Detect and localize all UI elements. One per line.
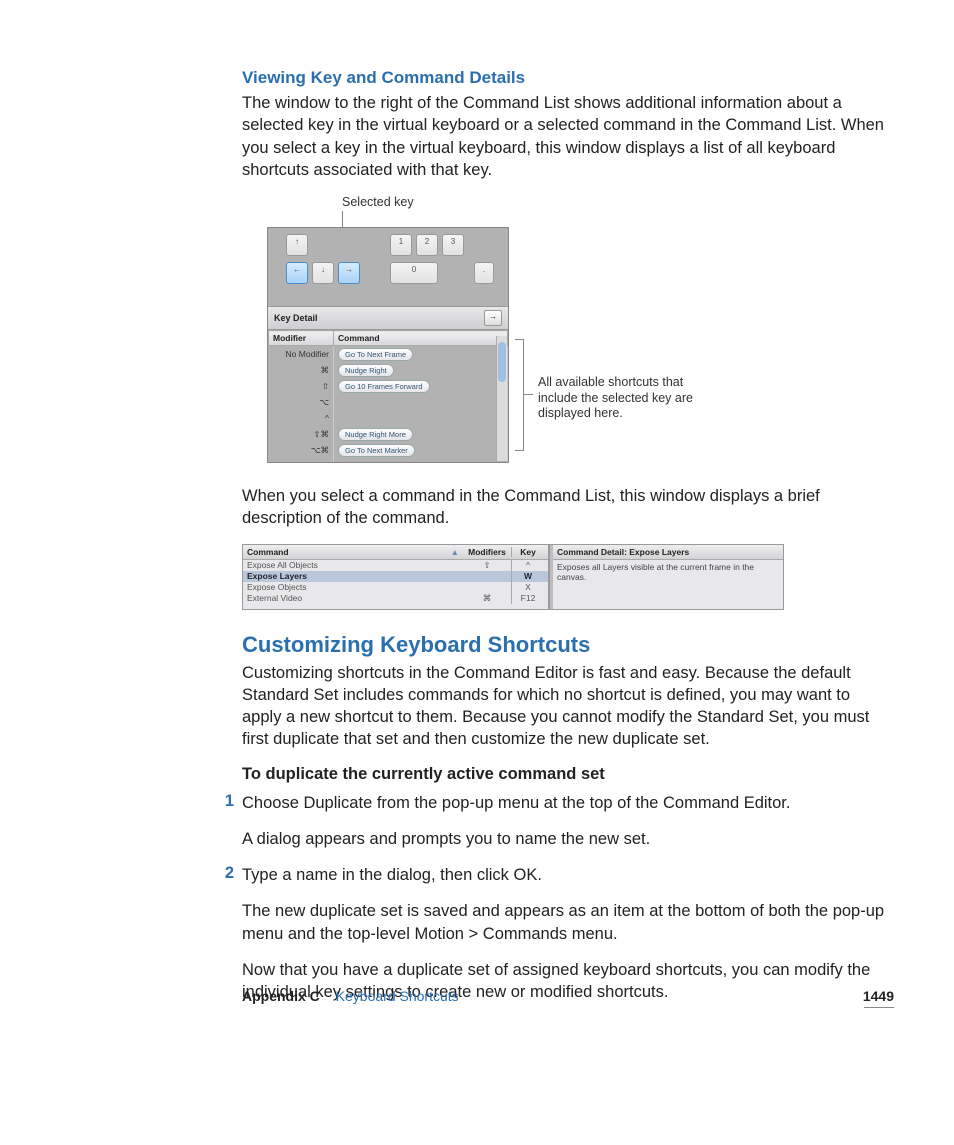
step-1: 1 Choose Duplicate from the pop-up menu …	[220, 792, 892, 865]
cmd-pill[interactable]: Go To Next Frame	[338, 348, 413, 361]
step-1-text: Choose Duplicate from the pop-up menu at…	[242, 792, 892, 814]
page-footer: Appendix C Keyboard Shortcuts 1449	[242, 988, 894, 1004]
section-title-viewing: Viewing Key and Command Details	[242, 68, 892, 88]
key-left[interactable]: ←	[286, 262, 308, 284]
footer-appendix: Appendix C	[242, 988, 320, 1004]
cmd-key: W	[511, 571, 544, 582]
scrollbar[interactable]	[496, 336, 507, 461]
cmd-mod: ⌘	[463, 593, 511, 604]
command-row[interactable]: Expose Objects X	[243, 582, 548, 593]
step-2-text: Type a name in the dialog, then click OK…	[242, 864, 892, 886]
figure-key-detail: Selected key ↑ 1 2 3 ← ↓ → 0 . Key	[242, 195, 892, 465]
para-viewing-2: When you select a command in the Command…	[242, 485, 892, 530]
page: Viewing Key and Command Details The wind…	[0, 0, 954, 1058]
mod-cell: ⌘	[269, 362, 334, 378]
command-detail-header: Command Detail: Expose Layers	[553, 545, 783, 560]
callout-bracket	[515, 339, 524, 451]
key-right-selected[interactable]: →	[338, 262, 360, 284]
cmd-pill[interactable]: Nudge Right	[338, 364, 394, 377]
para-viewing-1: The window to the right of the Command L…	[242, 92, 892, 181]
content-column: Viewing Key and Command Details The wind…	[242, 68, 892, 1018]
key-detail-arrow-button[interactable]: →	[484, 310, 502, 326]
step-2-after-1: The new duplicate set is saved and appea…	[242, 900, 892, 945]
command-list-panel: Command ▲ Modifiers Key Expose All Objec…	[243, 545, 550, 609]
cmd-pill[interactable]: Nudge Right More	[338, 428, 413, 441]
mod-cell: No Modifier	[269, 346, 334, 363]
cmd-name: External Video	[247, 593, 463, 604]
command-list-header: Command ▲ Modifiers Key	[243, 545, 548, 560]
key-1[interactable]: 1	[390, 234, 412, 256]
section-title-customizing: Customizing Keyboard Shortcuts	[242, 632, 892, 658]
key-3[interactable]: 3	[442, 234, 464, 256]
figure-command-detail: Command ▲ Modifiers Key Expose All Objec…	[242, 544, 784, 610]
cmd-key: X	[511, 582, 544, 593]
cmd-key: F12	[511, 593, 544, 604]
step-1-after: A dialog appears and prompts you to name…	[242, 828, 892, 850]
cmd-pill[interactable]: Go To Next Marker	[338, 444, 415, 457]
cmd-mod	[463, 582, 511, 593]
cmd-name: Expose Objects	[247, 582, 463, 593]
mod-cell: ⌥	[269, 394, 334, 410]
command-detail-panel: Command Detail: Expose Layers Exposes al…	[553, 545, 783, 609]
key-2[interactable]: 2	[416, 234, 438, 256]
mod-cell: ^⌘	[269, 458, 334, 463]
footer-left: Appendix C Keyboard Shortcuts	[242, 988, 459, 1004]
col-key[interactable]: Key	[511, 547, 544, 557]
key-dot[interactable]: .	[474, 262, 494, 284]
col-command[interactable]: Command	[334, 331, 508, 346]
step-number: 2	[220, 864, 242, 1017]
callout-shortcuts-caption: All available shortcuts that include the…	[538, 375, 708, 422]
cmd-name: Expose Layers	[247, 571, 463, 582]
command-row-selected[interactable]: Expose Layers W	[243, 571, 548, 582]
para-customizing-1: Customizing shortcuts in the Command Edi…	[242, 662, 892, 751]
key-up[interactable]: ↑	[286, 234, 308, 256]
footer-chapter: Keyboard Shortcuts	[336, 988, 459, 1004]
key-detail-title: Key Detail	[274, 313, 318, 323]
footer-page-number: 1449	[863, 988, 894, 1004]
key-detail-header: Key Detail →	[268, 306, 508, 330]
mod-cell: ⇧	[269, 378, 334, 394]
cmd-mod: ⇧	[463, 560, 511, 571]
key-0[interactable]: 0	[390, 262, 438, 284]
cmd-key: ^	[511, 560, 544, 571]
col-modifier[interactable]: Modifier	[269, 331, 334, 346]
col-command[interactable]: Command	[247, 547, 451, 557]
footer-rule	[864, 1007, 894, 1008]
cmd-mod	[463, 571, 511, 582]
cmd-pill[interactable]: Go 10 Frames Forward	[338, 380, 430, 393]
key-down[interactable]: ↓	[312, 262, 334, 284]
command-row[interactable]: Expose All Objects ⇧ ^	[243, 560, 548, 571]
cmd-name: Expose All Objects	[247, 560, 463, 571]
callout-bracket-line	[523, 394, 533, 395]
step-number: 1	[220, 792, 242, 865]
mod-cell: ^	[269, 410, 334, 426]
virtual-keyboard-fragment: ↑ 1 2 3 ← ↓ → 0 .	[268, 228, 508, 306]
sort-indicator-icon[interactable]: ▲	[451, 547, 459, 557]
mod-cell: ⌥⌘	[269, 442, 334, 458]
command-row[interactable]: External Video ⌘ F12	[243, 593, 548, 604]
callout-selected-key: Selected key	[342, 195, 414, 209]
col-modifiers[interactable]: Modifiers	[463, 547, 511, 557]
key-detail-table: Modifier Command No Modifier Go To Next F…	[268, 330, 508, 463]
steps-heading: To duplicate the currently active comman…	[242, 765, 892, 784]
scrollbar-thumb[interactable]	[498, 342, 506, 382]
mod-cell: ⇧⌘	[269, 426, 334, 442]
key-detail-panel: ↑ 1 2 3 ← ↓ → 0 . Key Detail →	[267, 227, 509, 463]
command-detail-body: Exposes all Layers visible at the curren…	[553, 560, 783, 584]
